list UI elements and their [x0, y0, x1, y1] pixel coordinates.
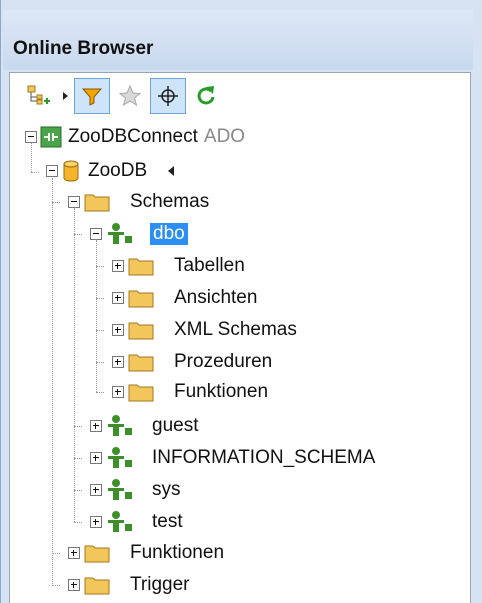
folder-icon: [84, 545, 110, 563]
expand-toggle[interactable]: [90, 452, 102, 464]
tree-item-schema[interactable]: sys: [106, 476, 181, 504]
connection-label: ZooDBConnect: [68, 126, 198, 147]
folder-label: Funktionen: [130, 542, 225, 563]
expand-toggle[interactable]: [112, 356, 124, 368]
expand-toggle[interactable]: [112, 324, 124, 336]
folder-icon: [84, 194, 110, 212]
database-tree: ZooDBConnect ADO ZooDB Schemas dbo Tabel…: [0, 0, 482, 603]
tree-item-folder[interactable]: Tabellen: [128, 252, 245, 280]
folder-icon: [128, 322, 154, 340]
schema-user-icon: [108, 511, 132, 532]
schema-label: sys: [152, 479, 181, 500]
expand-toggle[interactable]: [68, 579, 80, 591]
folder-icon: [84, 577, 110, 595]
folder-label: Prozeduren: [174, 351, 273, 372]
folder-label: Funktionen: [174, 381, 269, 402]
database-icon: [63, 160, 79, 182]
connection-type: ADO: [203, 126, 246, 147]
tree-item-schema[interactable]: guest: [106, 412, 198, 440]
tree-item-schema[interactable]: INFORMATION_SCHEMA: [106, 444, 375, 472]
expand-toggle[interactable]: [112, 292, 124, 304]
folder-label: Tabellen: [174, 255, 245, 276]
expand-toggle[interactable]: [112, 386, 124, 398]
tree-item-schemas[interactable]: Schemas: [84, 188, 209, 216]
schema-label: guest: [152, 415, 199, 436]
expand-toggle[interactable]: [90, 516, 102, 528]
folder-label: Ansichten: [174, 287, 258, 308]
expand-toggle[interactable]: [90, 420, 102, 432]
tree-item-folder[interactable]: Prozeduren: [128, 348, 272, 376]
collapse-toggle[interactable]: [68, 196, 80, 208]
tree-item-folder[interactable]: Funktionen: [84, 539, 224, 567]
expand-toggle[interactable]: [68, 547, 80, 559]
expand-toggle[interactable]: [90, 484, 102, 496]
schema-label: test: [152, 511, 183, 532]
tree-item-folder[interactable]: Funktionen: [128, 378, 268, 406]
tree-item-folder[interactable]: Trigger: [84, 571, 189, 599]
schema-dbo-label: dbo: [150, 223, 188, 245]
active-marker-icon: [168, 166, 175, 176]
schema-user-icon: [108, 479, 132, 500]
connection-icon: [40, 126, 62, 148]
expand-toggle[interactable]: [112, 260, 124, 272]
tree-item-schema[interactable]: test: [106, 508, 183, 536]
schema-label: INFORMATION_SCHEMA: [152, 447, 376, 468]
folder-icon: [128, 354, 154, 372]
schema-user-icon: [108, 447, 132, 468]
tree-item-folder[interactable]: XML Schemas: [128, 316, 297, 344]
folder-icon: [128, 384, 154, 402]
database-label: ZooDB: [88, 160, 148, 181]
tree-item-schema-dbo[interactable]: dbo: [106, 220, 188, 248]
tree-item-connection[interactable]: ZooDBConnect ADO: [40, 123, 245, 151]
schema-user-icon: [108, 223, 132, 244]
folder-label: Trigger: [130, 574, 190, 595]
schema-user-icon: [108, 415, 132, 436]
collapse-toggle[interactable]: [25, 131, 37, 143]
tree-item-database[interactable]: ZooDB: [62, 157, 175, 185]
tree-item-folder[interactable]: Ansichten: [128, 284, 257, 312]
folder-label: XML Schemas: [174, 319, 297, 340]
collapse-toggle[interactable]: [46, 165, 58, 177]
schemas-label: Schemas: [130, 191, 210, 212]
folder-icon: [128, 258, 154, 276]
folder-icon: [128, 290, 154, 308]
collapse-toggle[interactable]: [90, 228, 102, 240]
